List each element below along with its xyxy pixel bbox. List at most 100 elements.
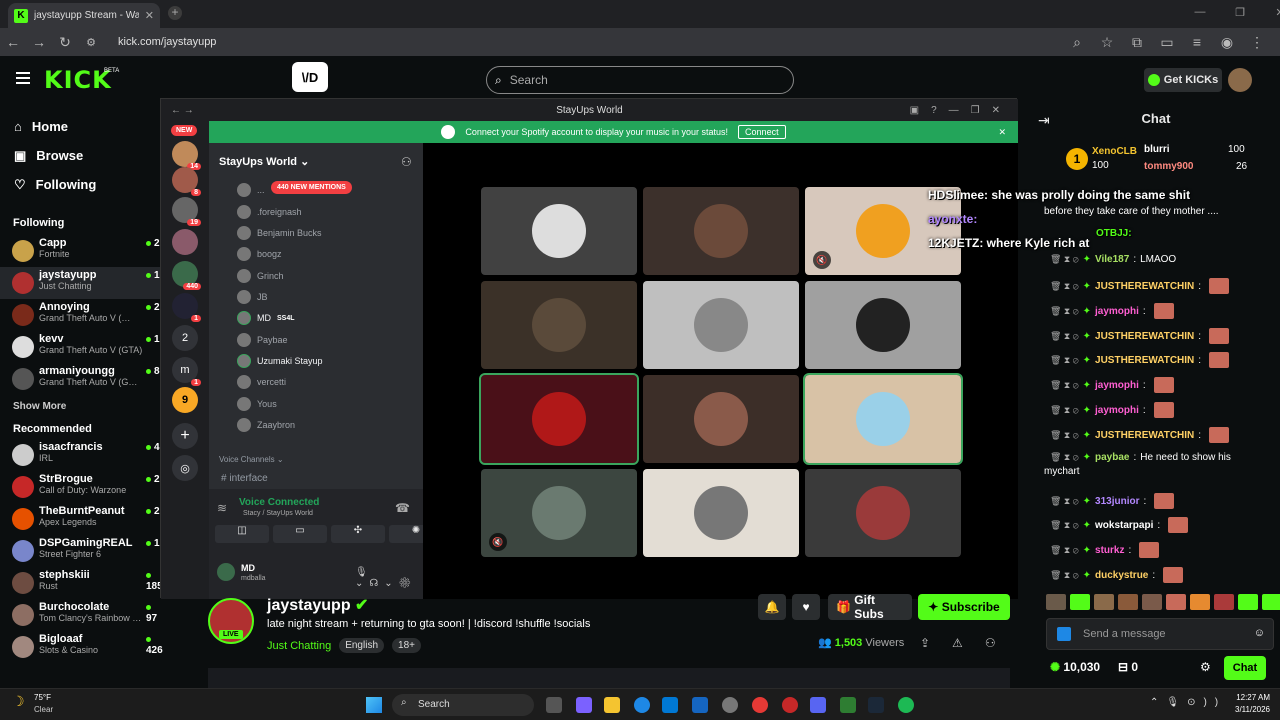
add-server-icon[interactable]: + xyxy=(172,423,198,449)
weather-moon-icon[interactable]: ☽ xyxy=(12,693,25,710)
nav-following[interactable]: ♡ Following xyxy=(0,170,160,199)
voice-channels-header[interactable]: Voice Channels ⌄ xyxy=(219,455,284,464)
server-icon[interactable]: 440 xyxy=(172,261,201,290)
show-more-link[interactable]: Show More xyxy=(0,401,160,423)
chat-input[interactable]: Send a message ☺ xyxy=(1046,618,1274,650)
video-tile[interactable] xyxy=(481,281,637,369)
kick-logo[interactable]: KICK xyxy=(44,66,112,94)
server-icon[interactable]: 8 xyxy=(172,167,201,196)
mentions-badge[interactable]: 440 NEW MENTIONS xyxy=(271,181,352,194)
nav-home[interactable]: ⌂ Home xyxy=(0,112,160,141)
search-input[interactable]: ⌕ Search xyxy=(486,66,794,94)
mod-actions-icon[interactable]: 🗑 ⧗ ⊘ xyxy=(1050,405,1079,416)
video-tile[interactable]: 🔇 xyxy=(481,469,637,557)
clock-time[interactable]: 12:27 AM xyxy=(1226,693,1270,702)
channel-item[interactable]: armaniyoungg Grand Theft Auto V (G… 8 xyxy=(0,363,160,395)
chrome-icon[interactable] xyxy=(752,697,768,713)
maximize-icon[interactable]: ❐ xyxy=(1220,6,1260,19)
store-icon[interactable] xyxy=(662,697,678,713)
chat-send-button[interactable]: Chat xyxy=(1224,656,1266,680)
server-icon[interactable]: 2 xyxy=(172,325,198,351)
chat-username[interactable]: JUSTHEREWATCHIN xyxy=(1095,430,1194,441)
mod-actions-icon[interactable]: 🗑 ⧗ ⊘ xyxy=(1050,545,1079,556)
close-banner-icon[interactable]: ✕ xyxy=(998,127,1006,138)
member-row[interactable]: ... xyxy=(237,183,265,197)
new-tab-button[interactable]: + xyxy=(168,6,182,20)
media-icon[interactable]: ≡ xyxy=(1184,34,1210,51)
channel-item[interactable]: Bigloaaf Slots & Casino 426 xyxy=(0,631,163,663)
emote-icon[interactable] xyxy=(1142,594,1162,610)
user-avatar[interactable] xyxy=(1228,68,1252,92)
chat-username[interactable]: jaymophi xyxy=(1095,306,1139,317)
server-icon[interactable]: 1 xyxy=(172,293,201,322)
chat-username[interactable]: jaymophi xyxy=(1095,405,1139,416)
camera-icon[interactable]: ◫ xyxy=(215,525,269,543)
server-icon[interactable]: 19 xyxy=(172,197,201,226)
member-row[interactable]: Zaaybron xyxy=(237,418,295,432)
follow-heart-icon[interactable]: ♥ xyxy=(792,594,820,620)
profile-icon[interactable]: ◉ xyxy=(1214,34,1240,51)
member-row[interactable]: Grinch xyxy=(237,269,284,283)
channel-item[interactable]: StrBrogue Call of Duty: Warzone 2 xyxy=(0,471,160,503)
chat-username[interactable]: JUSTHEREWATCHIN xyxy=(1095,355,1194,366)
emote-icon[interactable] xyxy=(1094,594,1114,610)
back-arrow-icon[interactable]: ← → xyxy=(171,105,194,116)
server-icon[interactable]: 9 xyxy=(172,387,198,413)
windows-start-icon[interactable] xyxy=(366,697,382,713)
back-icon[interactable]: ← xyxy=(0,34,26,50)
server-icon[interactable] xyxy=(172,229,198,255)
taskbar-search[interactable]: ⌕ Search xyxy=(392,694,534,716)
activity-icon[interactable]: ✣ xyxy=(331,525,385,543)
menu-icon[interactable]: ⋮ xyxy=(1244,34,1270,51)
top-gifter[interactable]: XenoCLB xyxy=(1092,146,1137,157)
video-tile[interactable] xyxy=(805,281,961,369)
video-tile[interactable] xyxy=(805,469,961,557)
forward-icon[interactable]: → xyxy=(26,34,52,50)
cast-icon[interactable]: ▭ xyxy=(1154,34,1180,51)
discord-icon[interactable] xyxy=(810,697,826,713)
mod-actions-icon[interactable]: 🗑 ⧗ ⊘ xyxy=(1050,281,1079,292)
emoji-icon[interactable]: ☺ xyxy=(1254,627,1265,639)
member-row[interactable]: Yous xyxy=(237,397,277,411)
streamer-name[interactable]: jaystayupp ✔ xyxy=(267,595,368,615)
mod-actions-icon[interactable]: 🗑 ⧗ ⊘ xyxy=(1050,254,1079,265)
emote-icon[interactable] xyxy=(1238,594,1258,610)
tag[interactable]: English xyxy=(339,638,385,653)
mod-actions-icon[interactable]: 🗑 ⧗ ⊘ xyxy=(1050,452,1079,463)
channel-item[interactable]: Annoying Grand Theft Auto V (… 2 xyxy=(0,299,160,331)
bell-icon[interactable]: 🔔 xyxy=(758,594,786,620)
close-window-icon[interactable]: ✕ xyxy=(1260,6,1280,19)
member-row[interactable]: MD SS4L xyxy=(237,311,295,325)
member-row[interactable]: vercetti xyxy=(237,375,286,389)
task-view-icon[interactable] xyxy=(546,697,562,713)
server-name[interactable]: StayUps World ⌄ xyxy=(219,155,309,168)
member-row[interactable]: Benjamin Bucks xyxy=(237,226,322,240)
hamburger-icon[interactable] xyxy=(16,72,30,84)
window-controls[interactable]: ▣?—❐✕ xyxy=(910,105,1012,116)
channel-item[interactable]: jaystayupp Just Chatting 1 xyxy=(0,267,160,299)
video-tile[interactable] xyxy=(643,187,799,275)
member-row[interactable]: Uzumaki Stayup xyxy=(237,354,323,368)
mod-actions-icon[interactable]: 🗑 ⧗ ⊘ xyxy=(1050,570,1079,581)
member-row[interactable]: .foreignash xyxy=(237,205,302,219)
video-tile[interactable] xyxy=(643,469,799,557)
steam-icon[interactable] xyxy=(868,697,884,713)
chat-username[interactable]: 313junior xyxy=(1095,496,1139,507)
close-tab-icon[interactable]: ✕ xyxy=(145,9,154,22)
chat-username[interactable]: jaymophi xyxy=(1095,380,1139,391)
chat-settings-icon[interactable]: ⚙ xyxy=(1200,660,1211,674)
edge-icon[interactable] xyxy=(634,697,650,713)
app-icon[interactable] xyxy=(722,697,738,713)
app-icon[interactable] xyxy=(840,697,856,713)
chat-username[interactable]: sturkz xyxy=(1095,545,1124,556)
emote-icon[interactable] xyxy=(1214,594,1234,610)
discover-icon[interactable]: ◎ xyxy=(172,455,198,481)
emote-icon[interactable] xyxy=(1262,594,1280,610)
disconnect-icon[interactable]: ☎ xyxy=(395,501,410,515)
member-row[interactable]: boogz xyxy=(237,247,282,261)
member-row[interactable]: JB xyxy=(237,290,268,304)
voice-channel-name[interactable]: Stacy / StayUps World xyxy=(243,510,313,517)
video-tile[interactable] xyxy=(479,373,639,465)
server-icon[interactable]: 14 xyxy=(172,141,201,170)
zoom-icon[interactable]: ⌕ xyxy=(1064,34,1090,51)
